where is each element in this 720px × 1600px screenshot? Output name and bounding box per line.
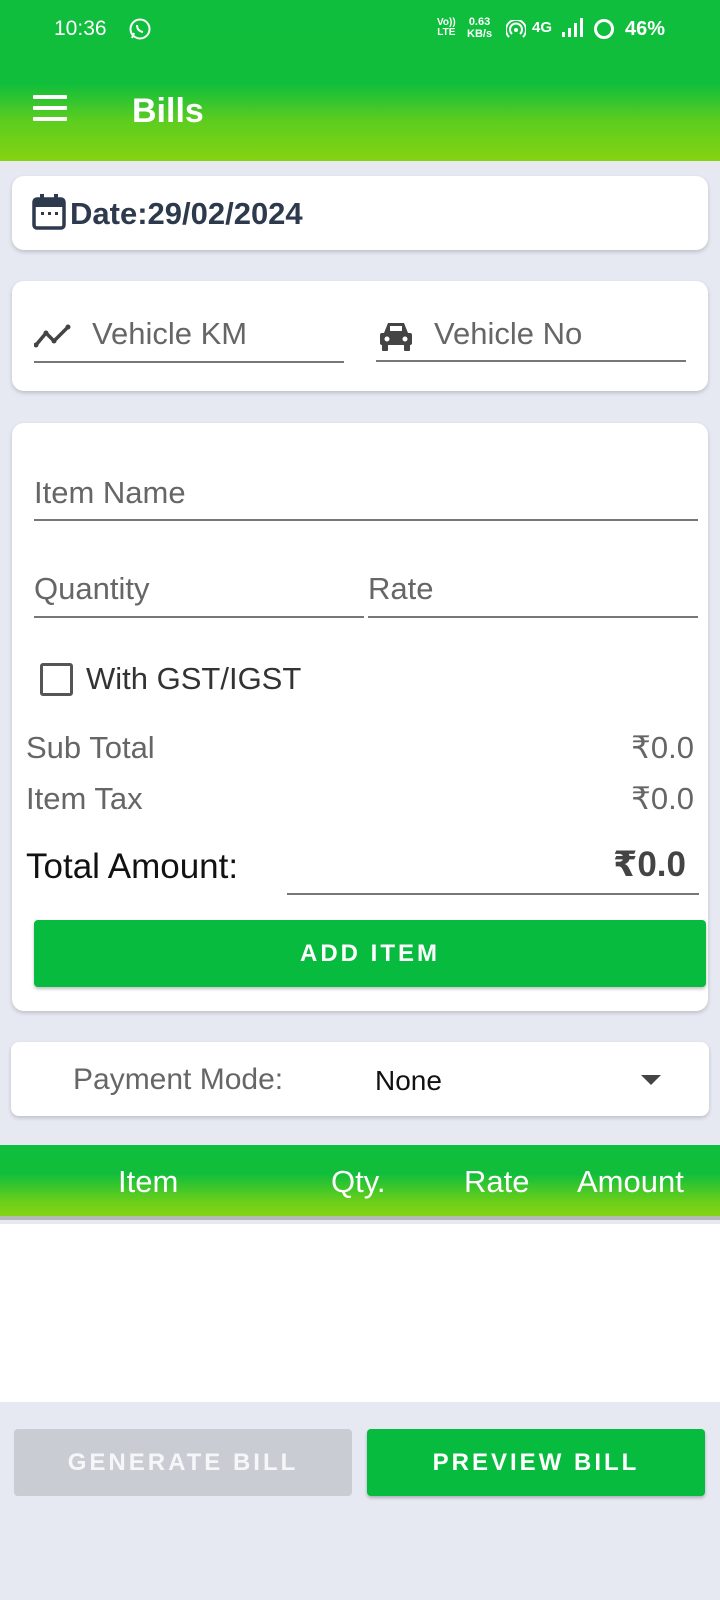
column-header-amount: Amount: [577, 1164, 684, 1199]
rate-underline: [368, 616, 698, 618]
items-table-header: Item Qty. Rate Amount: [0, 1145, 720, 1220]
vehicle-km-input[interactable]: Vehicle KM: [92, 316, 247, 352]
column-header-rate: Rate: [464, 1164, 530, 1199]
total-amount-label: Total Amount:: [26, 847, 239, 886]
item-name-input[interactable]: Item Name: [34, 475, 186, 511]
volte-line2: LTE: [437, 27, 456, 38]
item-card: Item Name Quantity Rate With GST/IGST Su…: [12, 423, 708, 1011]
whatsapp-icon: [129, 18, 151, 40]
payment-mode-card[interactable]: Payment Mode: None: [11, 1042, 709, 1116]
sub-total-value: ₹0.0: [631, 730, 694, 765]
item-tax-label: Item Tax: [26, 781, 143, 816]
gst-checkbox[interactable]: [40, 663, 73, 696]
battery-icon: [594, 19, 614, 39]
total-amount-underline: [287, 893, 699, 895]
column-header-item: Item: [118, 1164, 179, 1199]
hotspot-icon: [506, 20, 526, 38]
battery-percent: 46%: [625, 18, 666, 40]
quantity-input[interactable]: Quantity: [34, 571, 149, 607]
item-tax-value: ₹0.0: [631, 781, 694, 816]
status-time: 10:36: [54, 17, 107, 40]
vehicle-no-underline: [376, 360, 686, 362]
page-title: Bills: [132, 92, 204, 130]
vehicle-no-input[interactable]: Vehicle No: [434, 316, 582, 352]
menu-icon[interactable]: [33, 95, 69, 123]
gst-label[interactable]: With GST/IGST: [86, 661, 301, 697]
car-icon: [380, 323, 412, 351]
sub-total-label: Sub Total: [26, 730, 155, 765]
chevron-down-icon[interactable]: [641, 1075, 661, 1085]
generate-bill-button[interactable]: GENERATE BILL: [14, 1429, 352, 1496]
add-item-button[interactable]: ADD ITEM: [34, 920, 706, 987]
column-header-qty: Qty.: [331, 1164, 386, 1199]
volte-indicator: Vo)) LTE: [437, 18, 456, 38]
payment-mode-select[interactable]: None: [375, 1065, 442, 1097]
app-header: 10:36 Vo)) LTE 0.63 KB/s 4G 46% Bills: [0, 0, 720, 161]
items-table-body: [0, 1224, 720, 1402]
vehicle-km-underline: [34, 361, 344, 363]
item-name-underline: [34, 519, 698, 521]
preview-bill-button[interactable]: PREVIEW BILL: [367, 1429, 705, 1496]
date-card[interactable]: Date:29/02/2024: [12, 176, 708, 250]
calendar-icon: [32, 194, 66, 230]
status-bar: 10:36 Vo)) LTE 0.63 KB/s 4G 46%: [0, 0, 720, 60]
network-type: 4G: [532, 19, 553, 36]
trend-icon: [34, 324, 71, 348]
total-amount-value: ₹0.0: [612, 845, 686, 884]
quantity-underline: [34, 616, 364, 618]
vehicle-card: Vehicle KM Vehicle No: [12, 281, 708, 391]
signal-icon: [562, 18, 583, 37]
payment-mode-label: Payment Mode:: [73, 1063, 284, 1096]
speed-value: 0.63: [468, 16, 491, 28]
rate-input[interactable]: Rate: [368, 571, 433, 607]
network-speed: 0.63 KB/s: [467, 16, 492, 40]
date-label: Date:29/02/2024: [70, 196, 303, 231]
speed-unit: KB/s: [467, 28, 493, 40]
